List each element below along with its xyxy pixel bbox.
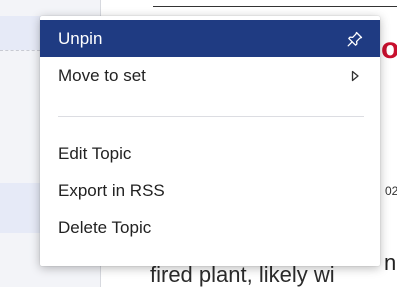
menu-item-move-to-set[interactable]: Move to set	[40, 57, 380, 94]
menu-item-unpin[interactable]: Unpin	[40, 20, 380, 57]
left-panel-dashed-divider	[0, 50, 40, 51]
menu-item-label: Edit Topic	[58, 143, 132, 163]
menu-item-label: Move to set	[58, 65, 146, 85]
menu-item-label: Unpin	[58, 28, 103, 48]
content-top-rule	[153, 6, 397, 7]
topic-context-menu: Unpin Move to set Edit Topic Export in R…	[40, 16, 380, 266]
menu-item-label: Export in RSS	[58, 180, 165, 200]
menu-separator	[58, 116, 364, 117]
menu-item-edit-topic[interactable]: Edit Topic	[40, 135, 380, 172]
topic-title-fragment: o	[381, 32, 397, 65]
menu-item-delete-topic[interactable]: Delete Topic	[40, 209, 380, 246]
menu-item-export-rss[interactable]: Export in RSS	[40, 172, 380, 209]
app-stage: o 02 n fired plant, likely wi Unpin Move…	[0, 0, 397, 287]
chevron-right-icon	[346, 67, 364, 85]
menu-item-label: Delete Topic	[58, 217, 152, 237]
article-headline-fragment: n	[384, 250, 397, 275]
article-date-fragment: 02	[385, 184, 397, 198]
pin-icon	[346, 30, 364, 48]
